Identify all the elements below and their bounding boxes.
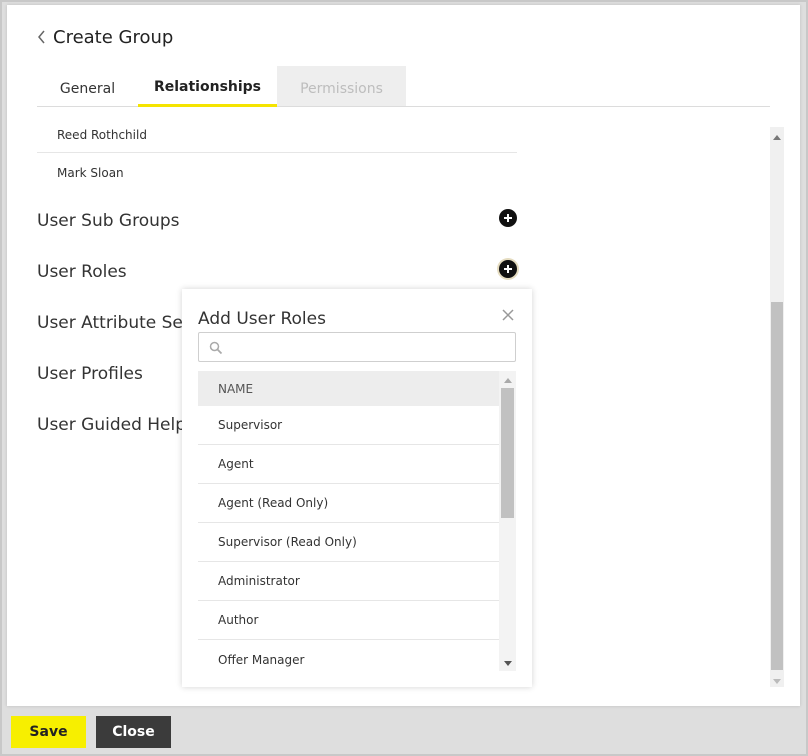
list-item: Reed Rothchild (37, 117, 517, 153)
page-title: Create Group (53, 26, 174, 48)
search-icon (209, 340, 223, 355)
list-item[interactable]: Supervisor (Read Only) (198, 523, 499, 562)
list-item[interactable]: Administrator (198, 562, 499, 601)
add-user-roles-popover: Add User Roles NAME Supervisor Agent Age… (182, 289, 532, 687)
column-header-name[interactable]: NAME (198, 371, 499, 406)
close-icon[interactable] (500, 307, 516, 323)
list-item[interactable]: Agent (198, 445, 499, 484)
list-scrollbar[interactable] (499, 371, 516, 671)
tab-relationships[interactable]: Relationships (138, 66, 277, 107)
list-item[interactable]: Agent (Read Only) (198, 484, 499, 523)
list-item[interactable]: Supervisor (198, 406, 499, 445)
close-button[interactable]: Close (96, 716, 171, 748)
header: Create Group (37, 25, 173, 49)
scroll-up-arrow-icon[interactable] (499, 374, 516, 386)
scroll-down-arrow-icon[interactable] (499, 657, 516, 669)
section-user-roles: User Roles (37, 262, 127, 282)
section-user-attribute-sets: User Attribute Se (37, 313, 183, 333)
section-user-sub-groups: User Sub Groups (37, 211, 180, 231)
tab-bar: General Relationships Permissions (37, 66, 770, 107)
main-scrollbar-thumb[interactable] (771, 302, 783, 670)
chevron-left-icon[interactable] (37, 25, 51, 49)
popover-title: Add User Roles (198, 309, 326, 329)
add-user-role-button[interactable] (499, 260, 517, 278)
search-input[interactable] (229, 340, 509, 354)
plus-icon (504, 214, 512, 222)
list-scrollbar-thumb[interactable] (501, 388, 514, 518)
scroll-down-arrow-icon[interactable] (770, 675, 784, 687)
tab-general[interactable]: General (37, 66, 138, 106)
add-sub-group-button[interactable] (499, 209, 517, 227)
list-item: Mark Sloan (57, 166, 124, 180)
list-item[interactable]: Author (198, 601, 499, 640)
save-button[interactable]: Save (11, 716, 86, 748)
roles-list: NAME Supervisor Agent Agent (Read Only) … (198, 371, 516, 671)
create-group-panel: Create Group General Relationships Permi… (7, 5, 800, 706)
section-user-profiles: User Profiles (37, 364, 143, 384)
main-scrollbar[interactable] (770, 127, 784, 687)
plus-icon (504, 265, 512, 273)
search-field[interactable] (198, 332, 516, 362)
scroll-up-arrow-icon[interactable] (770, 131, 784, 143)
tab-permissions: Permissions (277, 66, 406, 106)
list-item[interactable]: Offer Manager (198, 640, 499, 671)
section-user-guided-help: User Guided Help (37, 415, 187, 435)
